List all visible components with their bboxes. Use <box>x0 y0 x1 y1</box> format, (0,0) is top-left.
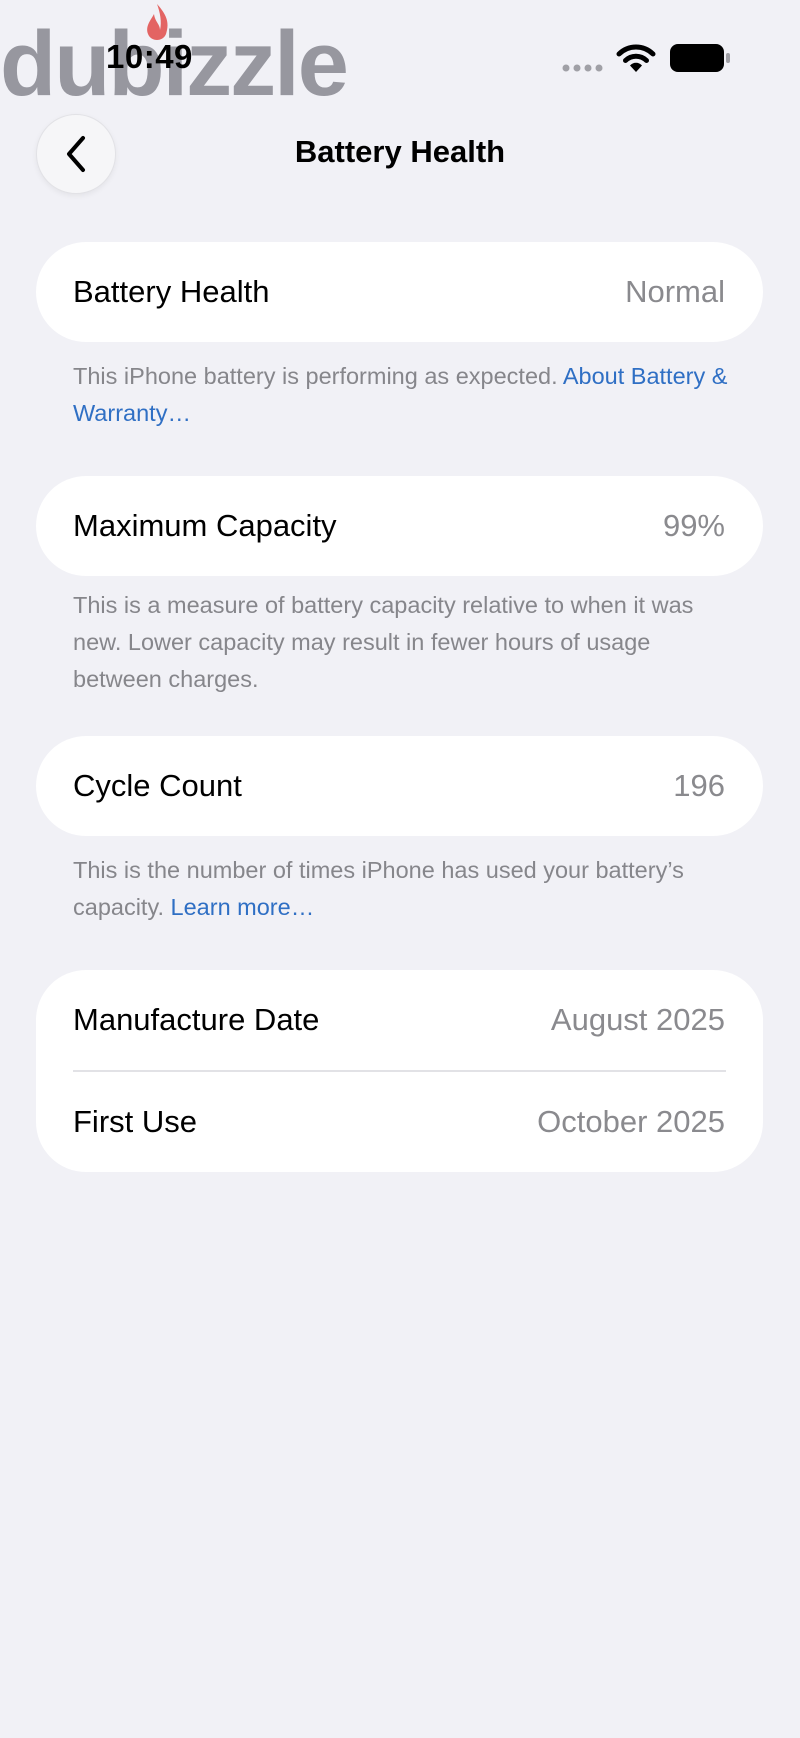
maximum-capacity-row: Maximum Capacity 99% <box>36 476 763 576</box>
battery-health-description: This iPhone battery is performing as exp… <box>73 363 558 389</box>
manufacture-date-label: Manufacture Date <box>73 1002 320 1037</box>
cycle-count-footnote: This is the number of times iPhone has u… <box>73 852 733 926</box>
cycle-count-card: Cycle Count 196 <box>36 736 763 836</box>
first-use-label: First Use <box>73 1104 197 1139</box>
maximum-capacity-card: Maximum Capacity 99% <box>36 476 763 576</box>
page-title: Battery Health <box>294 134 506 169</box>
maximum-capacity-label: Maximum Capacity <box>73 508 337 543</box>
battery-health-row: Battery Health Normal <box>36 242 763 342</box>
battery-health-label: Battery Health <box>73 274 270 309</box>
first-use-value: October 2025 <box>537 1104 725 1139</box>
maximum-capacity-value: 99% <box>662 508 725 543</box>
cycle-count-label: Cycle Count <box>73 768 242 803</box>
wifi-icon <box>616 44 656 72</box>
battery-health-footnote: This iPhone battery is performing as exp… <box>73 358 733 432</box>
cycle-count-value: 196 <box>673 768 725 803</box>
cycle-count-row: Cycle Count 196 <box>36 736 763 836</box>
battery-health-card: Battery Health Normal <box>36 242 763 342</box>
manufacture-date-row: Manufacture Date August 2025 <box>36 970 763 1070</box>
first-use-row: First Use October 2025 <box>36 1072 763 1172</box>
battery-dates-card: Manufacture Date August 2025 First Use O… <box>36 970 763 1172</box>
battery-icon <box>670 44 730 72</box>
battery-health-value: Normal <box>625 274 725 309</box>
maximum-capacity-description: This is a measure of battery capacity re… <box>73 592 694 692</box>
learn-more-link[interactable]: Learn more… <box>171 894 315 920</box>
manufacture-date-value: August 2025 <box>550 1002 725 1037</box>
maximum-capacity-footnote: This is a measure of battery capacity re… <box>73 587 733 698</box>
cycle-count-description: This is the number of times iPhone has u… <box>73 857 684 920</box>
cellular-dots-icon <box>562 64 603 72</box>
status-bar: dubizzle 10:49 <box>0 0 800 110</box>
status-time: 10:49 <box>106 38 193 75</box>
